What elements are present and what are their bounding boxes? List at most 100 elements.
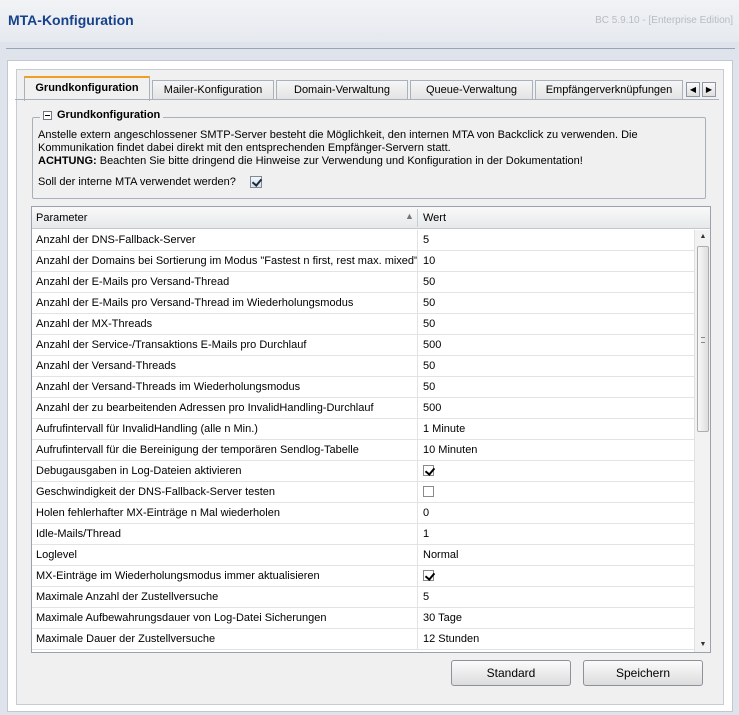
value-checkbox[interactable] [423,465,434,476]
parameter-cell: Anzahl der Versand-Threads im Wiederholu… [32,377,418,397]
parameter-grid: Parameter ▲ Wert Anzahl der DNS-Fallback… [31,206,711,653]
value-cell[interactable]: 1 Minute [418,419,694,439]
value-cell[interactable]: 0 [418,503,694,523]
parameter-cell: Maximale Dauer der Zustellversuche [32,629,418,649]
tab-empfaengerverknuepfungen[interactable]: Empfängerverknüpfungen [535,80,683,100]
parameter-cell: Debugausgaben in Log-Dateien aktivieren [32,461,418,481]
parameter-cell: Anzahl der Service-/Transaktions E-Mails… [32,335,418,355]
tab-scroll-left-icon[interactable]: ◀ [686,82,700,97]
table-row[interactable]: Anzahl der zu bearbeitenden Adressen pro… [32,398,694,419]
value-cell[interactable]: 30 Tage [418,608,694,628]
tab-grundkonfiguration[interactable]: Grundkonfiguration [24,76,150,101]
value-cell[interactable] [418,482,694,502]
grid-rows: Anzahl der DNS-Fallback-Server 5 Anzahl de… [32,230,694,650]
parameter-cell: Anzahl der E-Mails pro Versand-Thread im… [32,293,418,313]
value-cell[interactable]: 50 [418,377,694,397]
save-button[interactable]: Speichern [583,660,703,686]
grid-header: Parameter ▲ Wert [32,207,710,229]
column-header-wert[interactable]: Wert [419,207,689,229]
column-header-parameter[interactable]: Parameter [32,207,418,229]
fieldset-legend: Grundkonfiguration [40,109,164,121]
collapse-icon[interactable] [43,110,52,120]
table-row[interactable]: Maximale Anzahl der Zustellversuche 5 [32,587,694,608]
header-divider [6,48,735,49]
parameter-cell: Holen fehlerhafter MX-Einträge n Mal wie… [32,503,418,523]
table-row[interactable]: Geschwindigkeit der DNS-Fallback-Server … [32,482,694,503]
table-row[interactable]: Anzahl der Versand-Threads 50 [32,356,694,377]
value-cell[interactable]: 500 [418,398,694,418]
use-mta-row: Soll der interne MTA verwendet werden? [38,176,262,188]
value-checkbox[interactable] [423,570,434,581]
grid-scrollbar[interactable]: ▲ ▼ [694,230,710,652]
standard-button[interactable]: Standard [451,660,571,686]
value-checkbox[interactable] [423,486,434,497]
value-cell[interactable]: 50 [418,272,694,292]
tab-queue-verwaltung[interactable]: Queue-Verwaltung [410,80,533,100]
table-row[interactable]: Anzahl der Service-/Transaktions E-Mails… [32,335,694,356]
parameter-cell: Aufrufintervall für InvalidHandling (all… [32,419,418,439]
value-cell[interactable]: 50 [418,356,694,376]
parameter-cell: Anzahl der Versand-Threads [32,356,418,376]
parameter-cell: Anzahl der zu bearbeitenden Adressen pro… [32,398,418,418]
table-row[interactable]: Anzahl der E-Mails pro Versand-Thread 50 [32,272,694,293]
table-row[interactable]: Maximale Dauer der Zustellversuche 12 Stu… [32,629,694,650]
value-cell[interactable]: Normal [418,545,694,565]
tab-mailer-konfiguration[interactable]: Mailer-Konfiguration [152,80,274,100]
table-row[interactable]: Loglevel Normal [32,545,694,566]
parameter-cell: MX-Einträge im Wiederholungsmodus immer … [32,566,418,586]
value-cell[interactable]: 50 [418,293,694,313]
fieldset-legend-label: Grundkonfiguration [57,109,161,121]
parameter-cell: Aufrufintervall für die Bereinigung der … [32,440,418,460]
table-row[interactable]: Holen fehlerhafter MX-Einträge n Mal wie… [32,503,694,524]
value-cell[interactable]: 12 Stunden [418,629,694,649]
tab-scroll-right-icon[interactable]: ▶ [702,82,716,97]
table-row[interactable]: Maximale Aufbewahrungsdauer von Log-Date… [32,608,694,629]
info-line: Anstelle extern angeschlossener SMTP-Ser… [38,129,638,154]
use-mta-question: Soll der interne MTA verwendet werden? [38,176,236,188]
table-row[interactable]: Aufrufintervall für InvalidHandling (all… [32,419,694,440]
warning-line: ACHTUNG: Beachten Sie bitte dringend die… [38,155,702,168]
table-row[interactable]: Anzahl der E-Mails pro Versand-Thread im… [32,293,694,314]
table-row[interactable]: Anzahl der MX-Threads 50 [32,314,694,335]
value-cell[interactable]: 10 Minuten [418,440,694,460]
sort-asc-icon: ▲ [405,211,414,221]
parameter-cell: Maximale Anzahl der Zustellversuche [32,587,418,607]
value-cell[interactable]: 500 [418,335,694,355]
tab-baseline [15,99,719,100]
column-resize-handle[interactable] [417,209,418,227]
table-row[interactable]: Idle-Mails/Thread 1 [32,524,694,545]
grip-icon [701,337,705,343]
use-mta-checkbox[interactable] [249,176,262,188]
value-cell[interactable]: 5 [418,230,694,250]
parameter-cell: Anzahl der MX-Threads [32,314,418,334]
parameter-cell: Anzahl der E-Mails pro Versand-Thread [32,272,418,292]
title-bar: MTA-Konfiguration BC 5.9.10 - [Enterpris… [0,0,739,42]
value-cell[interactable]: 50 [418,314,694,334]
scrollbar-thumb[interactable] [697,246,709,432]
value-cell[interactable]: 1 [418,524,694,544]
table-row[interactable]: Anzahl der Domains bei Sortierung im Mod… [32,251,694,272]
parameter-cell: Idle-Mails/Thread [32,524,418,544]
table-row[interactable]: Debugausgaben in Log-Dateien aktivieren [32,461,694,482]
parameter-cell: Maximale Aufbewahrungsdauer von Log-Date… [32,608,418,628]
arrow-down-icon[interactable]: ▼ [695,638,710,652]
value-cell[interactable]: 10 [418,251,694,271]
value-cell[interactable]: 5 [418,587,694,607]
table-row[interactable]: MX-Einträge im Wiederholungsmodus immer … [32,566,694,587]
value-cell[interactable] [418,566,694,586]
arrow-up-icon[interactable]: ▲ [695,230,710,244]
warning-text: Beachten Sie bitte dringend die Hinweise… [96,155,583,167]
warning-label: ACHTUNG: [38,155,97,167]
value-cell[interactable] [418,461,694,481]
tab-strip: Grundkonfiguration Mailer-Konfiguration … [15,74,719,101]
app-title: MTA-Konfiguration [8,12,134,28]
version-label: BC 5.9.10 - [Enterprise Edition] [595,15,733,26]
parameter-cell: Anzahl der DNS-Fallback-Server [32,230,418,250]
parameter-cell: Loglevel [32,545,418,565]
tab-domain-verwaltung[interactable]: Domain-Verwaltung [276,80,408,100]
table-row[interactable]: Anzahl der DNS-Fallback-Server 5 [32,230,694,251]
info-text: Anstelle extern angeschlossener SMTP-Ser… [38,129,702,168]
parameter-cell: Geschwindigkeit der DNS-Fallback-Server … [32,482,418,502]
table-row[interactable]: Anzahl der Versand-Threads im Wiederholu… [32,377,694,398]
table-row[interactable]: Aufrufintervall für die Bereinigung der … [32,440,694,461]
